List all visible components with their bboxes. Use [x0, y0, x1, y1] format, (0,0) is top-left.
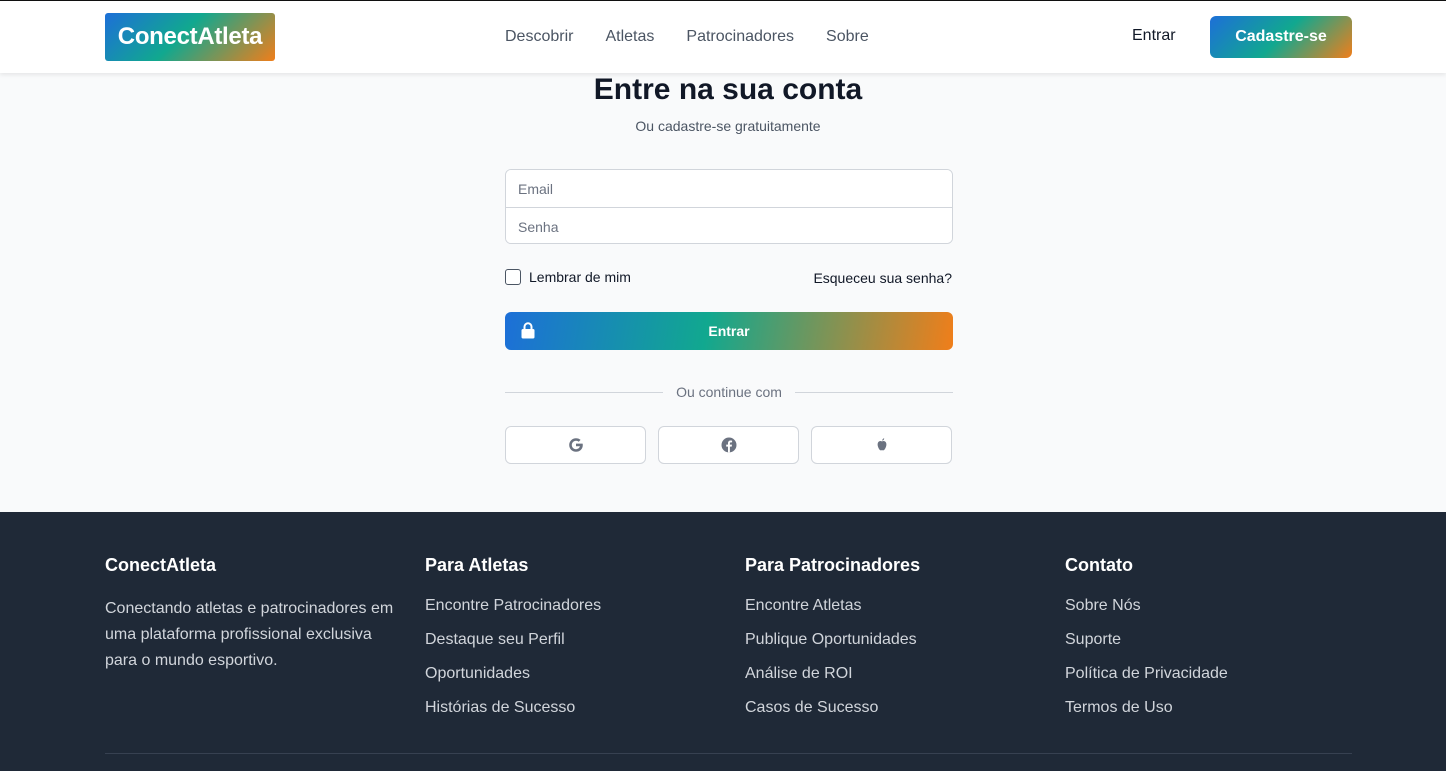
- login-section: Entre na sua conta Ou cadastre-se gratui…: [0, 73, 1446, 512]
- footer-sponsors: Para Patrocinadores Encontre Atletas Pub…: [745, 555, 920, 732]
- footer-brand-title: ConectAtleta: [105, 555, 217, 575]
- footer-athletes: Para Atletas Encontre Patrocinadores Des…: [425, 555, 601, 732]
- brand-logo[interactable]: ConectAtleta: [105, 13, 275, 61]
- footer-link[interactable]: Oportunidades: [425, 664, 601, 698]
- footer-divider: [105, 753, 1352, 754]
- footer-contact-title: Contato: [1065, 555, 1133, 575]
- apple-login-button[interactable]: [811, 426, 952, 464]
- footer-contact: Contato Sobre Nós Suporte Política de Pr…: [1065, 555, 1228, 732]
- social-divider: Ou continue com: [505, 383, 953, 403]
- credentials-group: [505, 169, 953, 244]
- email-field[interactable]: [506, 170, 952, 207]
- apple-icon: [877, 438, 886, 451]
- footer-link[interactable]: Publique Oportunidades: [745, 630, 920, 664]
- footer-sponsors-title: Para Patrocinadores: [745, 555, 921, 575]
- header-login-link[interactable]: Entrar: [1132, 27, 1176, 45]
- footer-link[interactable]: Análise de ROI: [745, 664, 920, 698]
- footer-athletes-title: Para Atletas: [425, 555, 529, 575]
- divider-line-right: [795, 392, 953, 393]
- remember-label: Lembrar de mim: [529, 269, 631, 285]
- page-title: Entre na sua conta: [593, 73, 863, 106]
- remember-checkbox[interactable]: [505, 269, 521, 285]
- footer-link[interactable]: Sobre Nós: [1065, 596, 1228, 630]
- nav-link-sobre[interactable]: Sobre: [826, 28, 869, 46]
- nav-link-atletas[interactable]: Atletas: [605, 28, 654, 46]
- footer-link[interactable]: Histórias de Sucesso: [425, 698, 601, 732]
- nav-link-descobrir[interactable]: Descobrir: [505, 28, 573, 46]
- login-submit-label: Entrar: [708, 323, 750, 339]
- remember-me[interactable]: Lembrar de mim: [505, 269, 631, 285]
- login-submit-button[interactable]: Entrar: [505, 312, 953, 350]
- google-icon: [568, 438, 583, 452]
- nav-link-patrocinadores[interactable]: Patrocinadores: [686, 28, 794, 46]
- footer-link[interactable]: Política de Privacidade: [1065, 664, 1228, 698]
- footer-link[interactable]: Destaque seu Perfil: [425, 630, 601, 664]
- footer-link[interactable]: Casos de Sucesso: [745, 698, 920, 732]
- main-nav: Descobrir Atletas Patrocinadores Sobre: [505, 1, 869, 73]
- site-footer: ConectAtleta Conectando atletas e patroc…: [0, 512, 1446, 771]
- forgot-password-link[interactable]: Esqueceu sua senha?: [813, 270, 952, 286]
- footer-link[interactable]: Termos de Uso: [1065, 698, 1228, 732]
- facebook-login-button[interactable]: [658, 426, 799, 464]
- signup-button[interactable]: Cadastre-se: [1210, 16, 1352, 58]
- facebook-icon: [721, 437, 736, 453]
- footer-brand: ConectAtleta Conectando atletas e patroc…: [105, 555, 395, 674]
- footer-link[interactable]: Suporte: [1065, 630, 1228, 664]
- footer-brand-description: Conectando atletas e patrocinadores em u…: [105, 600, 394, 669]
- lock-icon: [521, 322, 535, 339]
- footer-link[interactable]: Encontre Atletas: [745, 596, 920, 630]
- site-header: ConectAtleta Descobrir Atletas Patrocina…: [0, 1, 1446, 73]
- footer-link[interactable]: Encontre Patrocinadores: [425, 596, 601, 630]
- google-login-button[interactable]: [505, 426, 646, 464]
- signup-prompt[interactable]: Ou cadastre-se gratuitamente: [0, 118, 1446, 134]
- password-field[interactable]: [506, 208, 952, 243]
